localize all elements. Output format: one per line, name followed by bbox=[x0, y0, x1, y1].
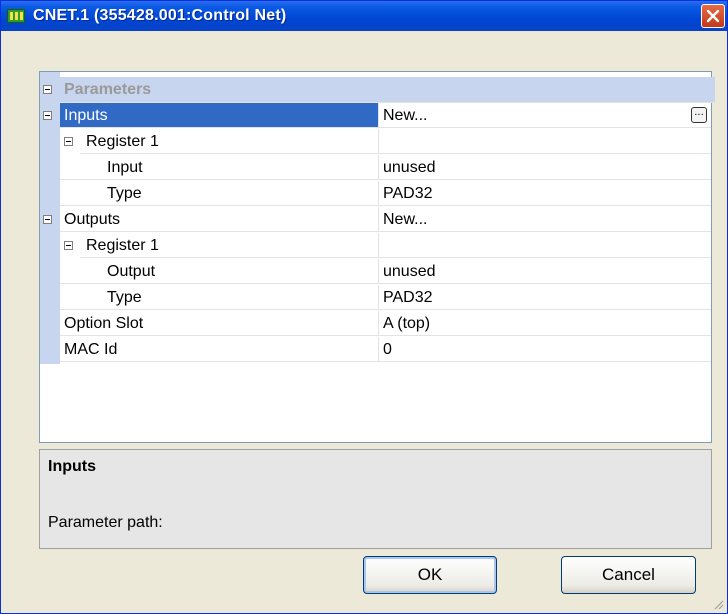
row-name: Type bbox=[60, 181, 378, 206]
row-name: Outputs bbox=[60, 207, 378, 232]
dialog-window: CNET.1 (355428.001:Control Net) Paramete… bbox=[0, 0, 728, 614]
grid-row-register-1[interactable]: Register 1 bbox=[40, 129, 711, 155]
close-icon bbox=[706, 9, 720, 23]
row-value[interactable]: PAD32 bbox=[378, 285, 711, 310]
window-title: CNET.1 (355428.001:Control Net) bbox=[33, 7, 287, 24]
row-name: MAC Id bbox=[60, 337, 378, 362]
row-name: Inputs bbox=[60, 103, 378, 128]
grid-row-outputs[interactable]: Outputs New... bbox=[40, 207, 711, 233]
row-name: Register 1 bbox=[80, 233, 378, 258]
row-value[interactable]: unused bbox=[378, 259, 711, 284]
grid-row-type[interactable]: Type PAD32 bbox=[40, 285, 711, 311]
ellipsis-icon[interactable]: ... bbox=[691, 107, 707, 123]
row-value[interactable]: unused bbox=[378, 155, 711, 180]
row-value[interactable]: New... bbox=[378, 207, 711, 232]
grid-row-register-1[interactable]: Register 1 bbox=[40, 233, 711, 259]
collapse-toggle-icon[interactable] bbox=[64, 137, 73, 146]
parameter-path-label: Parameter path: bbox=[48, 514, 163, 531]
row-value[interactable] bbox=[378, 129, 711, 154]
grid-row-inputs[interactable]: Inputs New... ... bbox=[40, 103, 711, 129]
description-panel: Inputs Parameter path: bbox=[39, 449, 712, 549]
category-row-parameters[interactable]: Parameters bbox=[40, 77, 715, 103]
grid-row-input[interactable]: Input unused bbox=[40, 155, 711, 181]
category-label: Parameters bbox=[60, 77, 715, 103]
grid-row-output[interactable]: Output unused bbox=[40, 259, 711, 285]
description-title: Inputs bbox=[48, 458, 96, 475]
grid-row-type[interactable]: Type PAD32 bbox=[40, 181, 711, 207]
ok-button[interactable]: OK bbox=[363, 556, 497, 594]
row-name: Input bbox=[60, 155, 378, 180]
app-icon bbox=[7, 9, 25, 23]
property-grid[interactable]: Parameters Inputs New... ... Register 1 … bbox=[39, 71, 715, 443]
collapse-toggle-icon[interactable] bbox=[43, 215, 52, 224]
row-value-text: New... bbox=[383, 107, 428, 124]
grid-row-mac-id[interactable]: MAC Id 0 bbox=[40, 337, 711, 363]
collapse-toggle-icon[interactable] bbox=[43, 85, 52, 94]
grid-row-option-slot[interactable]: Option Slot A (top) bbox=[40, 311, 711, 337]
collapse-toggle-icon[interactable] bbox=[43, 111, 52, 120]
close-button[interactable] bbox=[701, 4, 725, 28]
collapse-toggle-icon[interactable] bbox=[64, 241, 73, 250]
cancel-button[interactable]: Cancel bbox=[561, 556, 696, 594]
row-value[interactable]: New... ... bbox=[378, 103, 711, 128]
title-bar[interactable]: CNET.1 (355428.001:Control Net) bbox=[1, 1, 727, 31]
row-name: Output bbox=[60, 259, 378, 284]
row-name: Register 1 bbox=[80, 129, 378, 154]
row-value[interactable]: A (top) bbox=[378, 311, 711, 336]
resize-grip-icon[interactable] bbox=[712, 598, 724, 610]
row-value[interactable]: PAD32 bbox=[378, 181, 711, 206]
row-name: Option Slot bbox=[60, 311, 378, 336]
row-value[interactable]: 0 bbox=[378, 337, 711, 362]
row-name: Type bbox=[60, 285, 378, 310]
row-value[interactable] bbox=[378, 233, 711, 258]
